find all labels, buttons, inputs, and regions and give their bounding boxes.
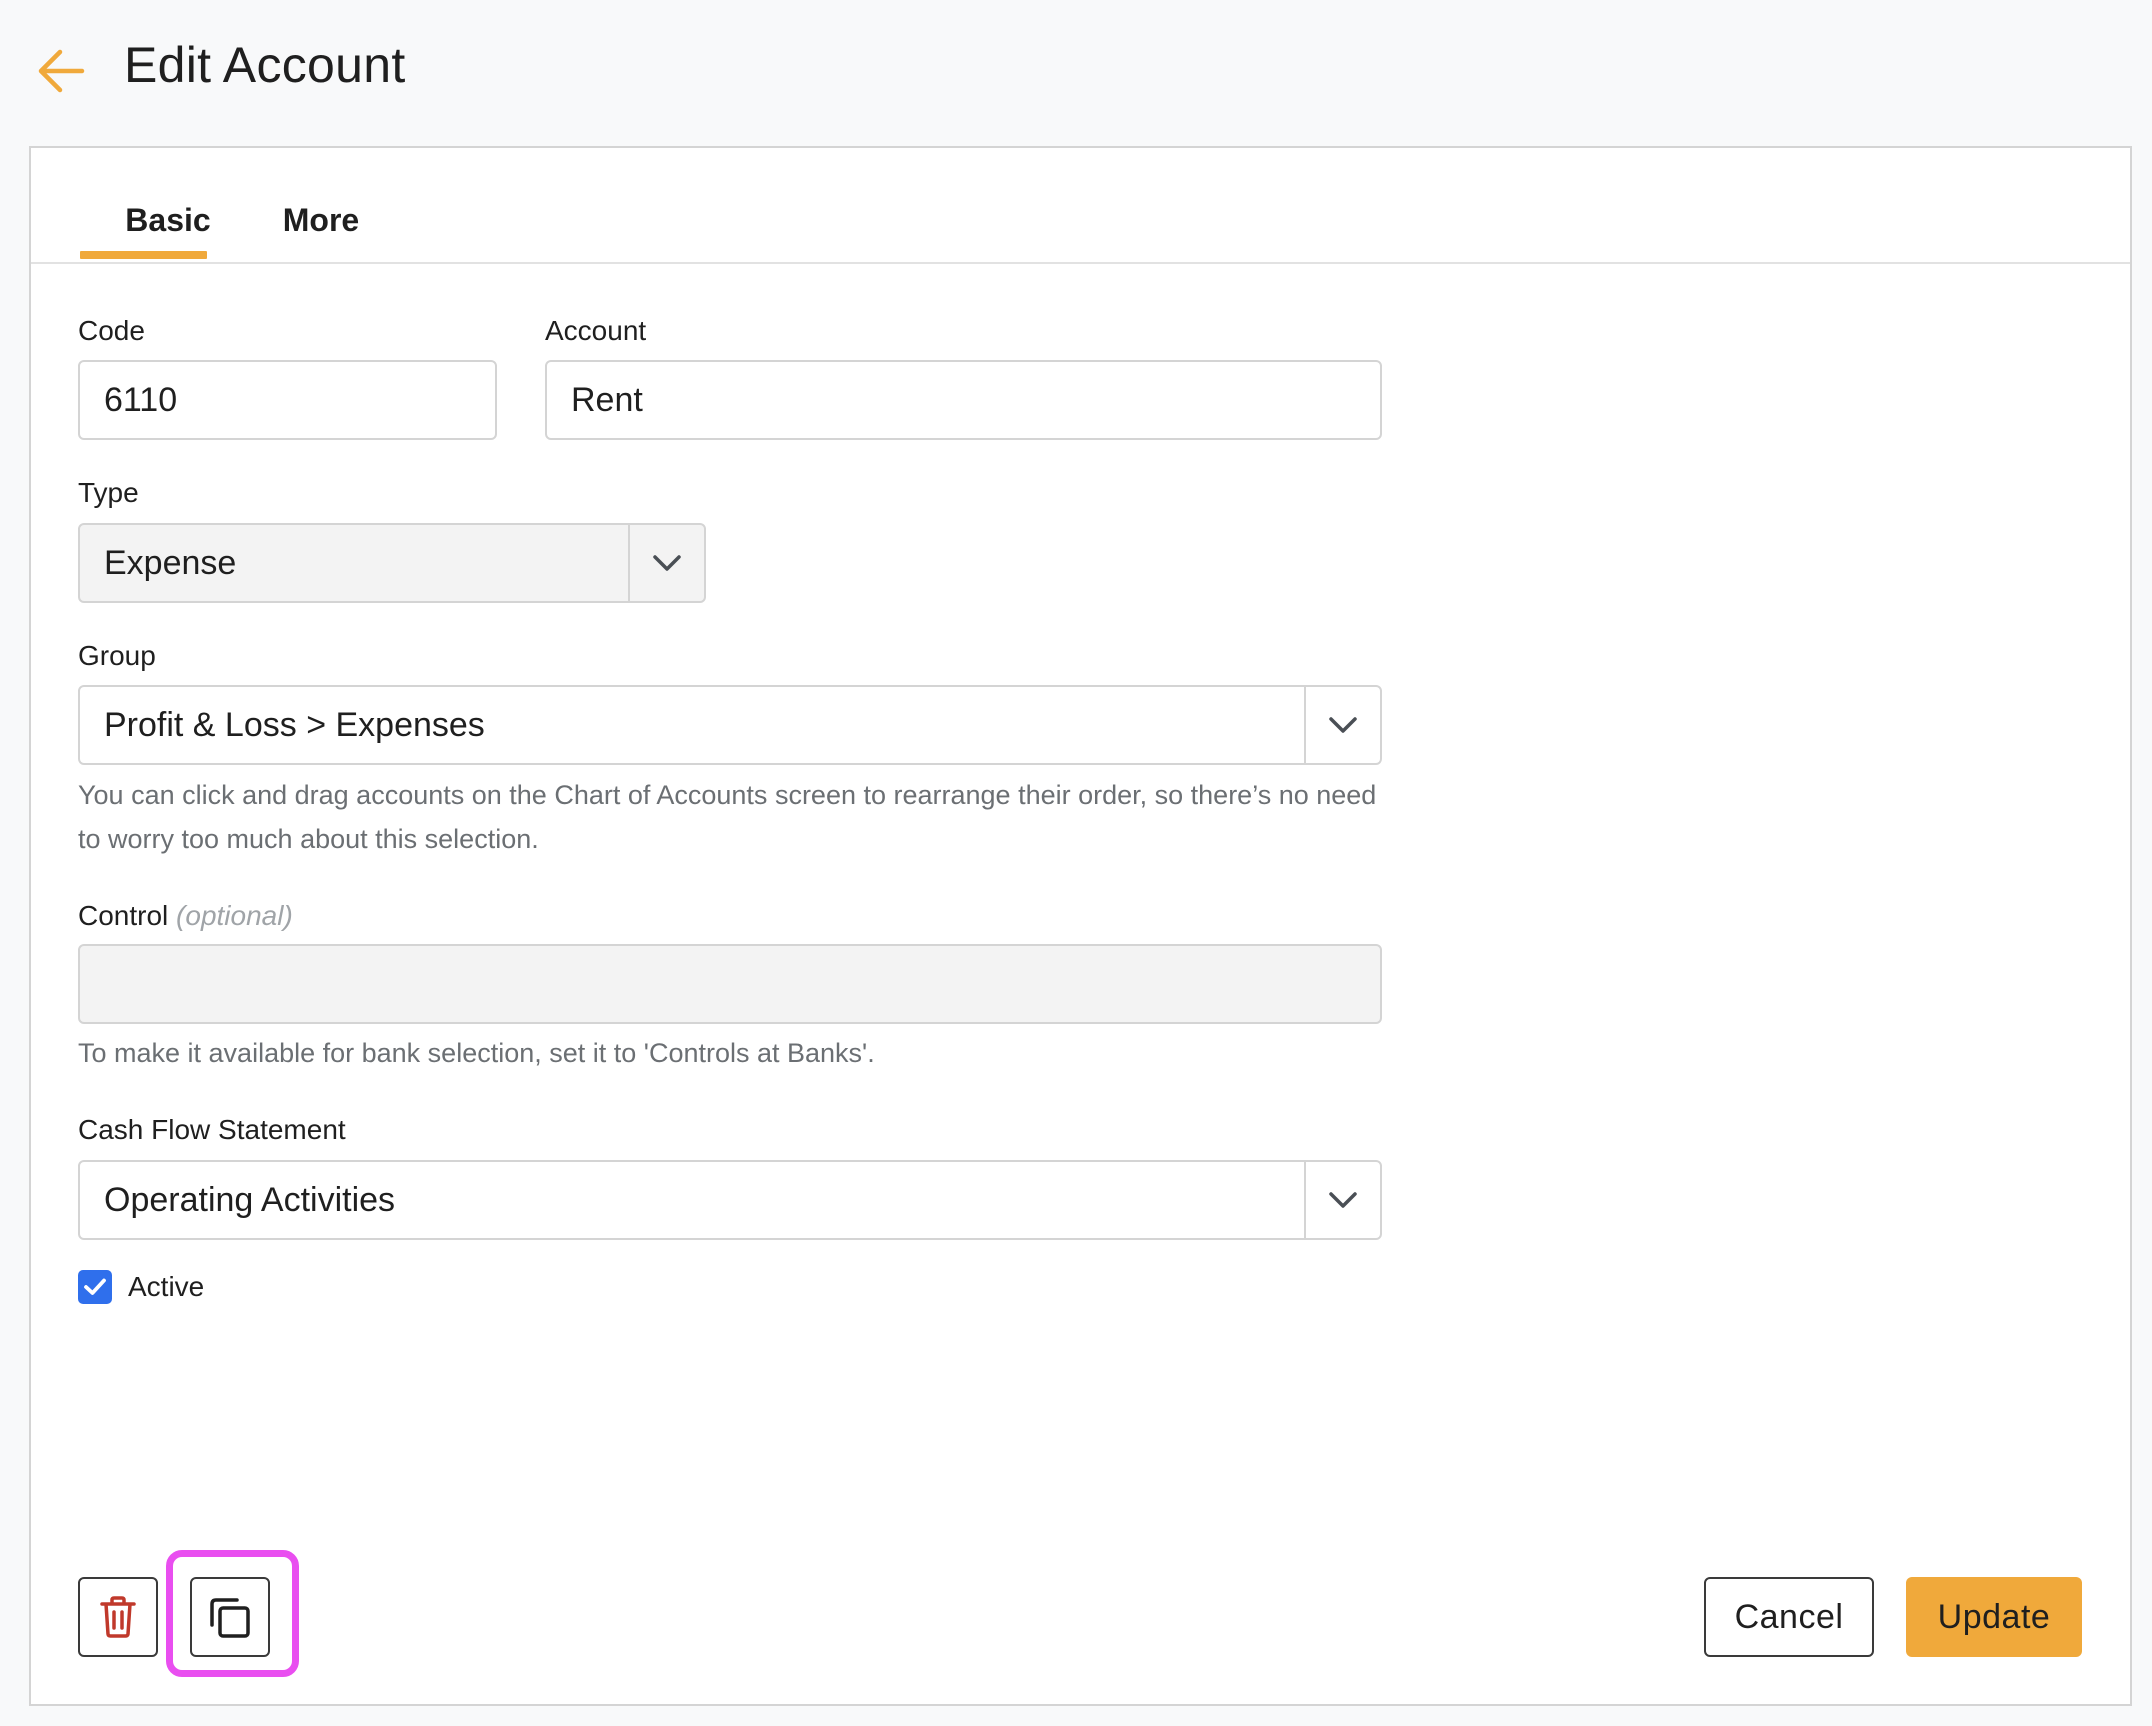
group-value: Profit & Loss > Expenses <box>104 705 485 744</box>
control-optional-hint: (optional) <box>176 900 293 931</box>
tab-more[interactable]: More <box>251 202 391 239</box>
cancel-button[interactable]: Cancel <box>1704 1577 1874 1657</box>
control-help: To make it available for bank selection,… <box>78 1038 875 1068</box>
active-checkbox[interactable] <box>78 1270 112 1304</box>
chevron-down-icon <box>653 555 681 571</box>
chevron-down-icon <box>1329 1192 1357 1208</box>
page-title: Edit Account <box>124 37 406 93</box>
duplicate-button[interactable] <box>190 1577 270 1657</box>
group-help-line-1: You can click and drag accounts on the C… <box>78 780 1377 810</box>
cash-flow-select[interactable]: Operating Activities <box>78 1160 1382 1240</box>
back-button[interactable] <box>32 42 90 100</box>
type-caret[interactable] <box>628 525 704 601</box>
type-select[interactable]: Expense <box>78 523 706 603</box>
chevron-down-icon <box>1329 717 1357 733</box>
account-label: Account <box>545 315 647 346</box>
group-help-line-2: to worry too much about this selection. <box>78 824 539 854</box>
active-tab-indicator <box>80 251 207 259</box>
tab-basic[interactable]: Basic <box>104 202 232 239</box>
cash-flow-caret[interactable] <box>1304 1162 1380 1238</box>
control-input[interactable] <box>78 944 1382 1024</box>
update-button[interactable]: Update <box>1906 1577 2082 1657</box>
active-label[interactable]: Active <box>128 1271 204 1303</box>
copy-icon <box>210 1598 250 1638</box>
type-label: Type <box>78 477 139 508</box>
cash-flow-value: Operating Activities <box>104 1180 396 1219</box>
account-input[interactable] <box>545 360 1382 440</box>
page-header: Edit Account <box>0 0 2152 146</box>
cash-flow-label: Cash Flow Statement <box>78 1114 346 1145</box>
tab-bar: Basic More <box>31 148 2130 264</box>
arrow-left-icon <box>38 49 85 93</box>
code-label: Code <box>78 315 145 346</box>
control-label: Control (optional) <box>78 900 293 932</box>
trash-icon <box>100 1596 136 1638</box>
control-label-text: Control <box>78 900 169 931</box>
group-select[interactable]: Profit & Loss > Expenses <box>78 685 1382 765</box>
type-value: Expense <box>104 543 237 582</box>
delete-button[interactable] <box>78 1577 158 1657</box>
checkmark-icon <box>84 1278 106 1295</box>
group-caret[interactable] <box>1304 687 1380 763</box>
group-label: Group <box>78 640 156 671</box>
code-input[interactable] <box>78 360 497 440</box>
